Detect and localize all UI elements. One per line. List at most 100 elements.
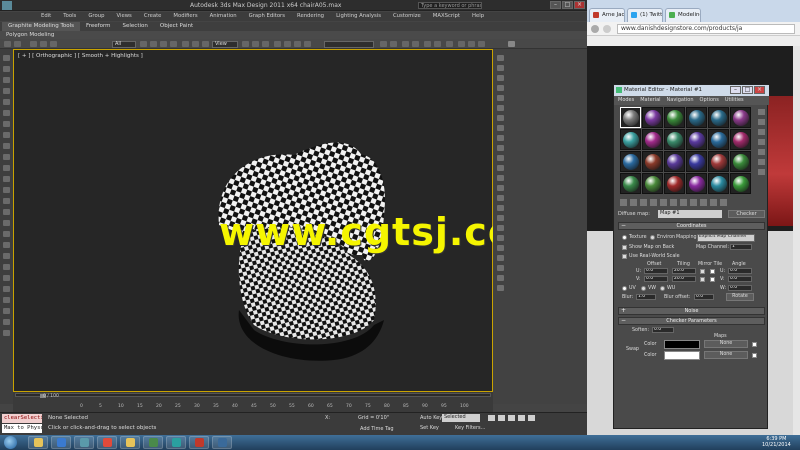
ribbon-tab-freeform[interactable]: Freeform: [80, 22, 117, 31]
sample-slot[interactable]: [642, 151, 663, 172]
link-icon[interactable]: [30, 41, 37, 47]
rect-selection-icon[interactable]: [160, 41, 167, 47]
ribbon-tab-selection[interactable]: Selection: [117, 22, 154, 31]
u-angle-input[interactable]: 0.0: [728, 268, 752, 274]
taskbar-button[interactable]: [189, 436, 209, 449]
options-icon[interactable]: [758, 169, 765, 175]
menu-item-animation[interactable]: Animation: [210, 12, 237, 21]
assign-material-icon[interactable]: [640, 199, 647, 206]
left-tool-icon[interactable]: [3, 220, 10, 226]
command-panel-tool-icon[interactable]: [497, 165, 504, 171]
next-frame-icon[interactable]: [518, 415, 525, 421]
browser-tab[interactable]: Arne Jacobs: [589, 8, 625, 22]
me-minimize-button[interactable]: –: [730, 86, 741, 94]
undo-icon[interactable]: [4, 41, 11, 47]
go-to-parent-icon[interactable]: [710, 199, 717, 206]
command-panel-tool-icon[interactable]: [497, 245, 504, 251]
color1-map-checkbox[interactable]: [752, 342, 757, 347]
browser-tab[interactable]: (1) Twitter: [627, 8, 663, 22]
command-panel-tool-icon[interactable]: [497, 135, 504, 141]
map-channel-input[interactable]: 1: [730, 244, 752, 250]
material-editor-icon[interactable]: [446, 41, 453, 47]
mapping-dropdown[interactable]: Explicit Map Channel: [697, 234, 755, 242]
command-panel-tool-icon[interactable]: [497, 65, 504, 71]
sample-slot[interactable]: [708, 107, 729, 128]
ribbon-tab-graphite-modeling-tools[interactable]: Graphite Modeling Tools: [2, 22, 81, 31]
percent-snap-icon[interactable]: [294, 41, 301, 47]
coordinates-rollout-header[interactable]: − Coordinates: [618, 222, 765, 230]
me-menu-item-modes[interactable]: Modes: [618, 96, 634, 105]
spinner-snap-icon[interactable]: [304, 41, 311, 47]
browser-tab[interactable]: Modeling: [665, 8, 701, 22]
real-world-scale-checkbox[interactable]: [622, 254, 627, 259]
curve-editor-icon[interactable]: [424, 41, 431, 47]
autokey-mode-dropdown[interactable]: Selected: [442, 414, 480, 422]
u-mirror-checkbox[interactable]: [700, 269, 705, 274]
ribbon-panel-label[interactable]: Polygon Modeling: [6, 31, 54, 39]
left-tool-icon[interactable]: [3, 253, 10, 259]
select-object-icon[interactable]: [140, 41, 147, 47]
me-menu-item-options[interactable]: Options: [700, 96, 719, 105]
reset-map-icon[interactable]: [650, 199, 657, 206]
mirror-icon[interactable]: [380, 41, 387, 47]
sample-slot[interactable]: [620, 151, 641, 172]
swap-button[interactable]: Swap: [626, 347, 639, 352]
left-tool-icon[interactable]: [3, 275, 10, 281]
command-panel-tool-icon[interactable]: [497, 155, 504, 161]
command-panel-tool-icon[interactable]: [497, 225, 504, 231]
menu-item-maxscript[interactable]: MAXScript: [433, 12, 460, 21]
w-angle-input[interactable]: 0.0: [728, 285, 752, 291]
rendered-frame-icon[interactable]: [468, 41, 475, 47]
menu-item-modifiers[interactable]: Modifiers: [173, 12, 197, 21]
show-in-viewport-icon[interactable]: [690, 199, 697, 206]
maxscript-listener-output[interactable]: clearSelecti: [2, 414, 42, 423]
left-tool-icon[interactable]: [3, 165, 10, 171]
command-panel-tool-icon[interactable]: [497, 95, 504, 101]
map-type-button[interactable]: Checker: [728, 210, 765, 218]
taskbar-button[interactable]: [28, 436, 48, 449]
left-tool-icon[interactable]: [3, 242, 10, 248]
video-color-icon[interactable]: [758, 149, 765, 155]
sample-slot[interactable]: [686, 151, 707, 172]
v-mirror-checkbox[interactable]: [700, 277, 705, 282]
sample-slot[interactable]: [730, 129, 751, 150]
soften-input[interactable]: 0.0: [652, 327, 674, 333]
left-tool-icon[interactable]: [3, 121, 10, 127]
sample-slot[interactable]: [708, 129, 729, 150]
command-panel-tool-icon[interactable]: [497, 55, 504, 61]
search-input[interactable]: Type a keyword or phrase: [418, 2, 482, 9]
command-panel-tool-icon[interactable]: [497, 75, 504, 81]
sample-slot[interactable]: [708, 173, 729, 194]
get-material-icon[interactable]: [620, 199, 627, 206]
taskbar-button[interactable]: [97, 436, 117, 449]
checker-params-rollout-header[interactable]: − Checker Parameters: [618, 317, 765, 325]
render-setup-icon[interactable]: [458, 41, 465, 47]
menu-item-group[interactable]: Group: [88, 12, 104, 21]
add-time-tag-button[interactable]: Add Time Tag: [360, 426, 394, 432]
goto-start-icon[interactable]: [488, 415, 495, 421]
time-slider[interactable]: 0 / 100: [15, 393, 491, 399]
menu-item-create[interactable]: Create: [144, 12, 162, 21]
sample-slot[interactable]: [664, 173, 685, 194]
left-tool-icon[interactable]: [3, 209, 10, 215]
left-tool-icon[interactable]: [3, 231, 10, 237]
color2-map-checkbox[interactable]: [752, 353, 757, 358]
uv-tiling-icon[interactable]: [758, 139, 765, 145]
me-maximize-button[interactable]: □: [742, 86, 753, 94]
taskbar-button[interactable]: [166, 436, 186, 449]
move-icon[interactable]: [182, 41, 189, 47]
sample-slot[interactable]: [642, 107, 663, 128]
color1-map-button[interactable]: None: [704, 340, 748, 348]
named-selection-dropdown[interactable]: [324, 41, 374, 48]
go-forward-sibling-icon[interactable]: [720, 199, 727, 206]
command-panel-tool-icon[interactable]: [497, 195, 504, 201]
command-panel-tool-icon[interactable]: [497, 205, 504, 211]
taskbar-button[interactable]: [212, 436, 232, 449]
texture-radio[interactable]: [622, 235, 627, 240]
command-panel-tool-icon[interactable]: [497, 275, 504, 281]
maximize-button[interactable]: □: [562, 1, 573, 9]
me-menu-item-navigation[interactable]: Navigation: [667, 96, 694, 105]
ribbon-tab-object-paint[interactable]: Object Paint: [154, 22, 199, 31]
menu-item-graph-editors[interactable]: Graph Editors: [249, 12, 285, 21]
back-icon[interactable]: [591, 25, 599, 33]
